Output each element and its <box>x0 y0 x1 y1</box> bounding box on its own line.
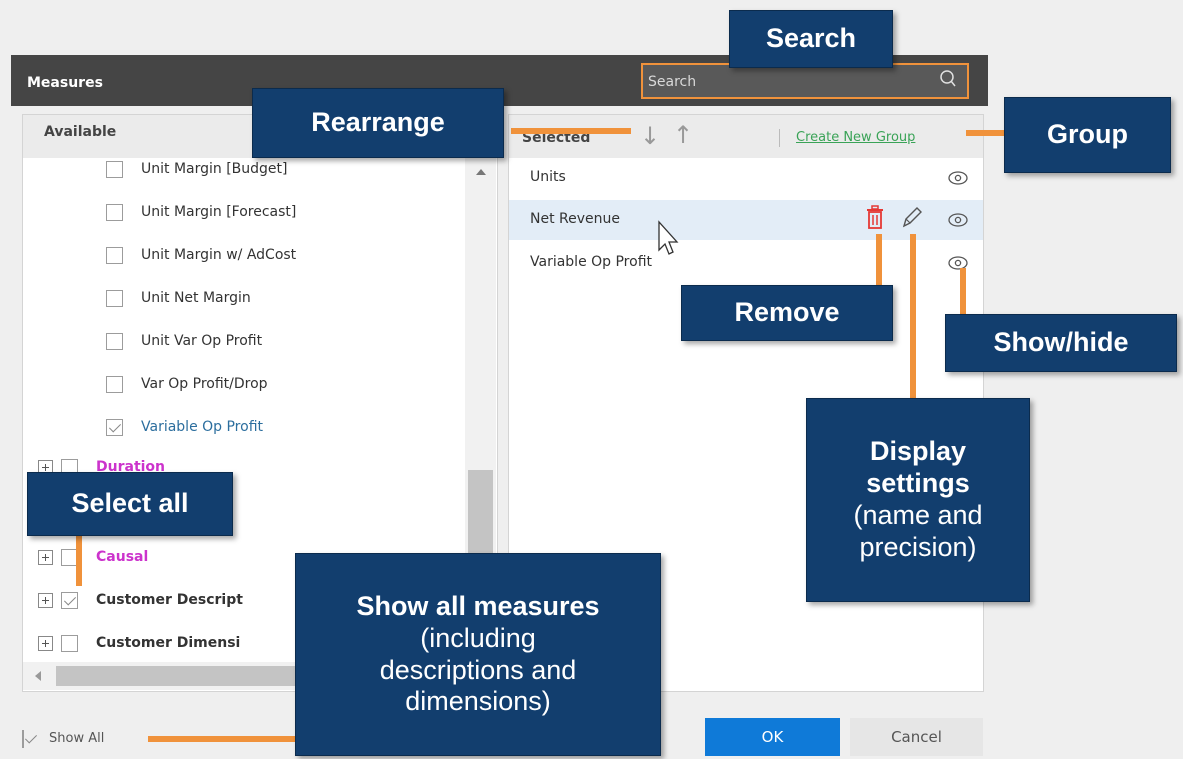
selected-item-label: Net Revenue <box>530 211 620 227</box>
callout-text: Select all <box>71 488 189 519</box>
scroll-left-icon[interactable] <box>35 671 41 681</box>
callout-text: dimensions) <box>405 686 551 717</box>
list-item[interactable]: Unit Margin w/ AdCost <box>106 243 296 267</box>
arrow-down-icon[interactable]: ↓ <box>640 122 660 150</box>
connector-line <box>966 130 1006 136</box>
group-row[interactable]: Customer Descript <box>38 588 243 612</box>
ok-button[interactable]: OK <box>705 718 840 756</box>
selected-item[interactable]: Units <box>509 158 983 198</box>
item-label: Var Op Profit/Drop <box>141 376 268 392</box>
divider <box>779 129 780 147</box>
checkbox-icon[interactable] <box>61 591 78 609</box>
callout-text: Display <box>869 436 967 467</box>
expand-icon[interactable] <box>38 592 53 608</box>
item-label: Variable Op Profit <box>141 419 264 435</box>
cursor-icon <box>658 220 679 255</box>
list-item[interactable]: Unit Margin [Budget] <box>106 157 288 181</box>
callout-text: descriptions and <box>379 654 577 685</box>
checkbox-icon[interactable] <box>61 634 78 652</box>
checkbox-icon[interactable] <box>106 160 123 178</box>
item-label: Unit Margin w/ AdCost <box>141 247 297 263</box>
callout-text: Show all measures <box>356 590 600 621</box>
remove-callout: Remove <box>681 285 893 341</box>
checkbox-icon[interactable] <box>106 203 123 221</box>
show-all-checkbox[interactable] <box>22 730 24 748</box>
list-item[interactable]: Var Op Profit/Drop <box>106 372 268 396</box>
scroll-up-icon[interactable] <box>476 169 486 175</box>
show-all-callout: Show all measures (including description… <box>295 553 661 756</box>
callout-text: precision) <box>859 531 977 562</box>
checkbox-icon[interactable] <box>106 289 123 307</box>
checkbox-icon[interactable] <box>106 375 123 393</box>
connector-line <box>876 234 882 292</box>
search-input[interactable] <box>648 74 918 90</box>
callout-text: settings <box>866 468 970 499</box>
callout-text: Rearrange <box>311 107 445 138</box>
search-icon[interactable] <box>938 69 958 89</box>
checkbox-icon[interactable] <box>106 332 123 350</box>
item-label: Unit Margin [Forecast] <box>141 204 297 220</box>
list-item[interactable]: Unit Margin [Forecast] <box>106 200 296 224</box>
callout-text: Remove <box>734 297 840 328</box>
group-row[interactable]: Causal <box>38 545 148 569</box>
group-label: Customer Dimensi <box>96 635 241 651</box>
eye-icon[interactable] <box>948 170 968 186</box>
show-hide-callout: Show/hide <box>945 314 1177 372</box>
checkbox-icon[interactable] <box>106 246 123 264</box>
horizontal-scroll-thumb[interactable] <box>56 666 296 686</box>
group-label: Causal <box>96 549 149 565</box>
expand-icon[interactable] <box>38 635 53 651</box>
checkbox-icon[interactable] <box>106 418 123 436</box>
expand-icon[interactable] <box>38 549 53 565</box>
arrow-up-icon[interactable]: ↑ <box>673 121 693 149</box>
callout-text: (including <box>420 622 536 653</box>
search-box[interactable] <box>641 63 969 99</box>
list-item[interactable]: Unit Var Op Profit <box>106 329 262 353</box>
cancel-button[interactable]: Cancel <box>850 718 983 756</box>
connector-line <box>148 736 298 742</box>
selected-item-label: Variable Op Profit <box>530 254 653 270</box>
callout-text: (name and <box>853 500 983 530</box>
trash-icon[interactable] <box>864 204 886 230</box>
create-group-link[interactable]: Create New Group <box>796 130 915 145</box>
group-row[interactable]: Customer Dimensi <box>38 631 240 655</box>
callout-text: Search <box>765 23 857 54</box>
group-label: Customer Descript <box>96 592 243 608</box>
list-item[interactable]: Variable Op Profit <box>106 415 263 439</box>
group-callout: Group <box>1004 97 1171 173</box>
rearrange-callout: Rearrange <box>252 88 504 158</box>
connector-line <box>960 268 966 316</box>
item-label: Unit Margin [Budget] <box>141 161 288 177</box>
select-all-callout: Select all <box>27 472 233 536</box>
item-label: Unit Net Margin <box>141 290 251 306</box>
selected-item-label: Units <box>530 169 566 185</box>
eye-icon[interactable] <box>948 212 968 228</box>
dialog-title: Measures <box>27 75 103 91</box>
connector-line <box>76 530 82 586</box>
show-all-label[interactable]: Show All <box>49 731 104 746</box>
pencil-icon[interactable] <box>900 204 924 230</box>
display-settings-callout: Display settings (name and precision) <box>806 398 1030 602</box>
available-title: Available <box>44 124 117 140</box>
item-label: Unit Var Op Profit <box>141 333 263 349</box>
callout-text: Show/hide <box>993 327 1129 358</box>
callout-text: Group <box>1047 119 1128 150</box>
connector-line <box>511 128 631 134</box>
list-item[interactable]: Unit Net Margin <box>106 286 251 310</box>
connector-line <box>910 234 916 400</box>
search-callout: Search <box>729 10 893 68</box>
